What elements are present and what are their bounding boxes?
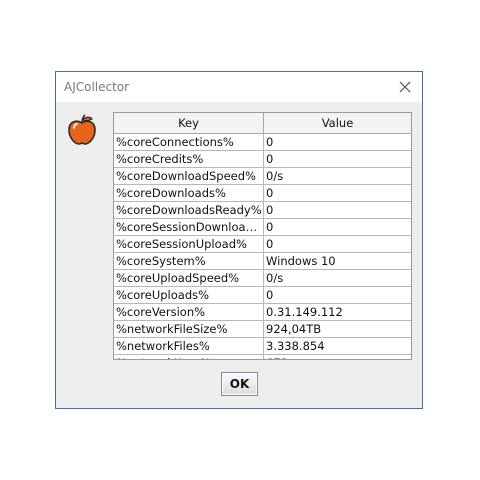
table-row[interactable]: %coreDownloadsReady% 0 <box>114 202 411 219</box>
table-row[interactable]: %coreCredits% 0 <box>114 151 411 168</box>
value-cell: 0 <box>266 135 274 149</box>
table-row[interactable]: %networkUser% 673 <box>114 355 411 359</box>
table-header: Key Value <box>114 113 411 134</box>
key-cell: %coreSessionUpload% <box>114 236 264 252</box>
key-cell: %coreUploads% <box>114 287 264 303</box>
key-cell: %networkUser% <box>114 355 264 359</box>
value-cell: 0.31.149.112 <box>266 305 343 319</box>
window-title: AJCollector <box>64 80 130 94</box>
collector-dialog: AJCollector Key Value %coreConnections% … <box>55 71 423 409</box>
value-cell: 0 <box>266 288 274 302</box>
key-cell: %coreSessionDownload... <box>116 219 264 235</box>
table-row[interactable]: %networkFiles% 3.338.854 <box>114 338 411 355</box>
value-cell: 924,04TB <box>266 322 322 336</box>
key-cell: %coreDownloads% <box>114 185 264 201</box>
column-header-key[interactable]: Key <box>114 113 264 133</box>
table-row[interactable]: %networkFileSize% 924,04TB <box>114 321 411 338</box>
value-cell: 0/s <box>266 271 284 285</box>
key-cell: %networkFileSize% <box>114 321 264 337</box>
key-cell: %networkFiles% <box>114 338 264 354</box>
table-row[interactable]: %coreConnections% 0 <box>114 134 411 151</box>
column-header-value[interactable]: Value <box>264 113 411 133</box>
value-cell: Windows 10 <box>266 254 336 268</box>
value-cell: 0 <box>266 220 274 234</box>
ok-button[interactable]: OK <box>221 372 258 396</box>
value-cell: 0 <box>266 152 274 166</box>
value-cell: 0 <box>266 203 274 217</box>
key-cell: %coreConnections% <box>114 134 264 150</box>
table-row[interactable]: %coreSessionUpload% 0 <box>114 236 411 253</box>
table-row[interactable]: %coreVersion% 0.31.149.112 <box>114 304 411 321</box>
value-cell: 673 <box>264 355 411 359</box>
table-row[interactable]: %coreSystem% Windows 10 <box>114 253 411 270</box>
value-cell: 0 <box>266 237 274 251</box>
table-row[interactable]: %coreDownloadSpeed% 0/s <box>114 168 411 185</box>
key-value-table[interactable]: Key Value %coreConnections% 0 %coreCredi… <box>113 112 412 360</box>
key-cell: %coreCredits% <box>114 151 264 167</box>
table-row[interactable]: %coreDownloads% 0 <box>114 185 411 202</box>
key-cell: %coreDownloadSpeed% <box>114 168 264 184</box>
key-cell: %coreSystem% <box>114 253 264 269</box>
key-cell: %coreDownloadsReady% <box>114 202 264 218</box>
key-cell: %coreUploadSpeed% <box>114 270 264 286</box>
table-row[interactable]: %coreSessionDownload... 0 <box>114 219 411 236</box>
value-cell: 3.338.854 <box>266 339 325 353</box>
value-cell: 0 <box>266 186 274 200</box>
apple-icon <box>68 114 96 145</box>
title-bar[interactable]: AJCollector <box>56 72 422 102</box>
close-icon[interactable] <box>394 77 416 97</box>
key-cell: %coreVersion% <box>114 304 264 320</box>
table-row[interactable]: %coreUploads% 0 <box>114 287 411 304</box>
table-row[interactable]: %coreUploadSpeed% 0/s <box>114 270 411 287</box>
value-cell: 0/s <box>266 169 284 183</box>
